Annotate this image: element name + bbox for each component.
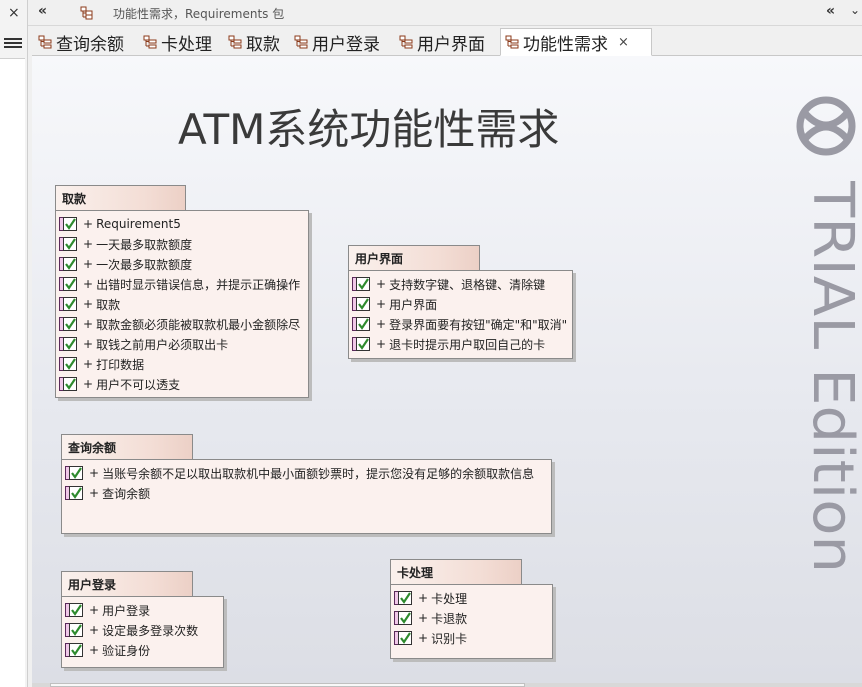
diagram-icon — [228, 35, 242, 49]
list-item[interactable]: + 用户界面 — [349, 294, 572, 314]
checkbox-icon — [352, 297, 370, 311]
watermark-logo-icon — [796, 96, 856, 156]
list-item[interactable]: + 卡处理 — [391, 588, 552, 608]
checkbox-icon — [65, 623, 83, 637]
diagram-icon — [294, 35, 308, 49]
watermark-label: TRIAL Edition — [802, 181, 862, 573]
tab-withdraw[interactable]: 取款 — [224, 28, 280, 56]
checkbox-icon — [65, 603, 83, 617]
list-item[interactable]: + 查询余额 — [62, 483, 551, 503]
list-item[interactable]: + 卡退款 — [391, 608, 552, 628]
checkbox-icon — [59, 337, 77, 351]
checkbox-icon — [394, 611, 412, 625]
menu-icon[interactable] — [4, 36, 22, 50]
checkbox-icon — [59, 357, 77, 371]
checkbox-icon — [65, 643, 83, 657]
breadcrumb: 功能性需求，Requirements 包 — [113, 7, 285, 21]
checkbox-icon — [65, 466, 83, 480]
tab-label: 用户登录 — [312, 34, 380, 55]
checkbox-icon — [59, 297, 77, 311]
checkbox-icon — [352, 337, 370, 351]
list-item[interactable]: + 支持数字键、退格键、清除键 — [349, 274, 572, 294]
list-item[interactable]: + 登录界面要有按钮"确定"和"取消" — [349, 314, 572, 334]
diagram-icon — [38, 35, 52, 49]
horizontal-scrollbar[interactable] — [32, 683, 862, 687]
tab-label: 功能性需求 — [523, 34, 608, 55]
list-item[interactable]: + 当账号余额不足以取出取款机中最小面额钞票时，提示您没有足够的余额取款信息 — [62, 463, 551, 483]
scrollbar-thumb[interactable] — [50, 683, 525, 687]
tab-label: 用户界面 — [417, 34, 485, 55]
list-item[interactable]: + 用户不可以透支 — [56, 374, 308, 394]
package-name: 取款 — [55, 185, 186, 210]
package-name: 卡处理 — [390, 559, 522, 584]
package-body: + 当账号余额不足以取出取款机中最小面额钞票时，提示您没有足够的余额取款信息 + 查… — [61, 459, 552, 534]
list-item[interactable]: + Requirement5 — [56, 214, 308, 234]
diagram-icon — [143, 35, 157, 49]
list-item[interactable]: + 一天最多取款额度 — [56, 234, 308, 254]
diagram-title[interactable]: ATM系统功能性需求 — [178, 96, 559, 157]
package-body: + 支持数字键、退格键、清除键 + 用户界面 + 登录界面要有按钮"确定"和"取消" … — [348, 270, 573, 359]
checkbox-icon — [394, 591, 412, 605]
list-item[interactable]: + 打印数据 — [56, 354, 308, 374]
checkbox-icon — [59, 257, 77, 271]
close-tab-icon[interactable]: × — [618, 35, 629, 50]
tab-query-balance[interactable]: 查询余额 — [34, 28, 124, 56]
list-item[interactable]: + 出错时显示错误信息，并提示正确操作 — [56, 274, 308, 294]
watermark-text: TRIAL Edition — [802, 181, 862, 573]
diagram-icon — [399, 35, 413, 49]
left-panel-content — [0, 58, 25, 687]
close-icon[interactable]: × — [8, 5, 20, 21]
diagram-toolbar: « 功能性需求，Requirements 包 « ⌄ — [28, 0, 862, 26]
list-item[interactable]: + 用户登录 — [62, 600, 223, 620]
list-item[interactable]: + 取款 — [56, 294, 308, 314]
diagram-icon — [505, 35, 519, 49]
left-panel: × — [0, 0, 28, 687]
tab-card-processing[interactable]: 卡处理 — [139, 28, 212, 56]
tab-user-login[interactable]: 用户登录 — [290, 28, 380, 56]
checkbox-icon — [59, 217, 77, 231]
collapse-right-icon[interactable]: « — [826, 3, 835, 19]
list-item[interactable]: + 取钱之前用户必须取出卡 — [56, 334, 308, 354]
list-item[interactable]: + 设定最多登录次数 — [62, 620, 223, 640]
collapse-left-icon[interactable]: « — [38, 3, 47, 19]
package-body: + Requirement5 + 一天最多取款额度 + 一次最多取款额度 + 出错时显示… — [55, 210, 309, 398]
checkbox-icon — [59, 377, 77, 391]
tab-user-interface[interactable]: 用户界面 — [395, 28, 485, 56]
list-item[interactable]: + 一次最多取款额度 — [56, 254, 308, 274]
checkbox-icon — [352, 317, 370, 331]
package-name: 查询余额 — [61, 434, 193, 459]
checkbox-icon — [59, 317, 77, 331]
checkbox-icon — [394, 631, 412, 645]
checkbox-icon — [65, 486, 83, 500]
list-item[interactable]: + 验证身份 — [62, 640, 223, 660]
list-item[interactable]: + 退卡时提示用户取回自己的卡 — [349, 334, 572, 354]
list-item[interactable]: + 识别卡 — [391, 628, 552, 648]
package-body: + 卡处理 + 卡退款 + 识别卡 — [390, 584, 553, 659]
chevron-down-icon[interactable]: ⌄ — [850, 3, 860, 17]
tab-label: 卡处理 — [161, 34, 212, 55]
package-icon — [80, 6, 93, 20]
tab-functional-requirements[interactable]: 功能性需求 × — [500, 28, 652, 56]
tab-label: 查询余额 — [56, 34, 124, 55]
checkbox-icon — [352, 277, 370, 291]
package-name: 用户登录 — [61, 571, 193, 596]
diagram-canvas[interactable]: ATM系统功能性需求 TRIAL Edition 取款 + Requirement… — [32, 56, 862, 683]
diagram-tabs: 查询余额 卡处理 取款 用户登录 用户界面 功能性需求 × — [32, 26, 862, 56]
package-name: 用户界面 — [348, 245, 480, 270]
package-body: + 用户登录 + 设定最多登录次数 + 验证身份 — [61, 596, 224, 668]
checkbox-icon — [59, 277, 77, 291]
list-item[interactable]: + 取款金额必须能被取款机最小金额除尽 — [56, 314, 308, 334]
tab-label: 取款 — [246, 34, 280, 55]
checkbox-icon — [59, 237, 77, 251]
